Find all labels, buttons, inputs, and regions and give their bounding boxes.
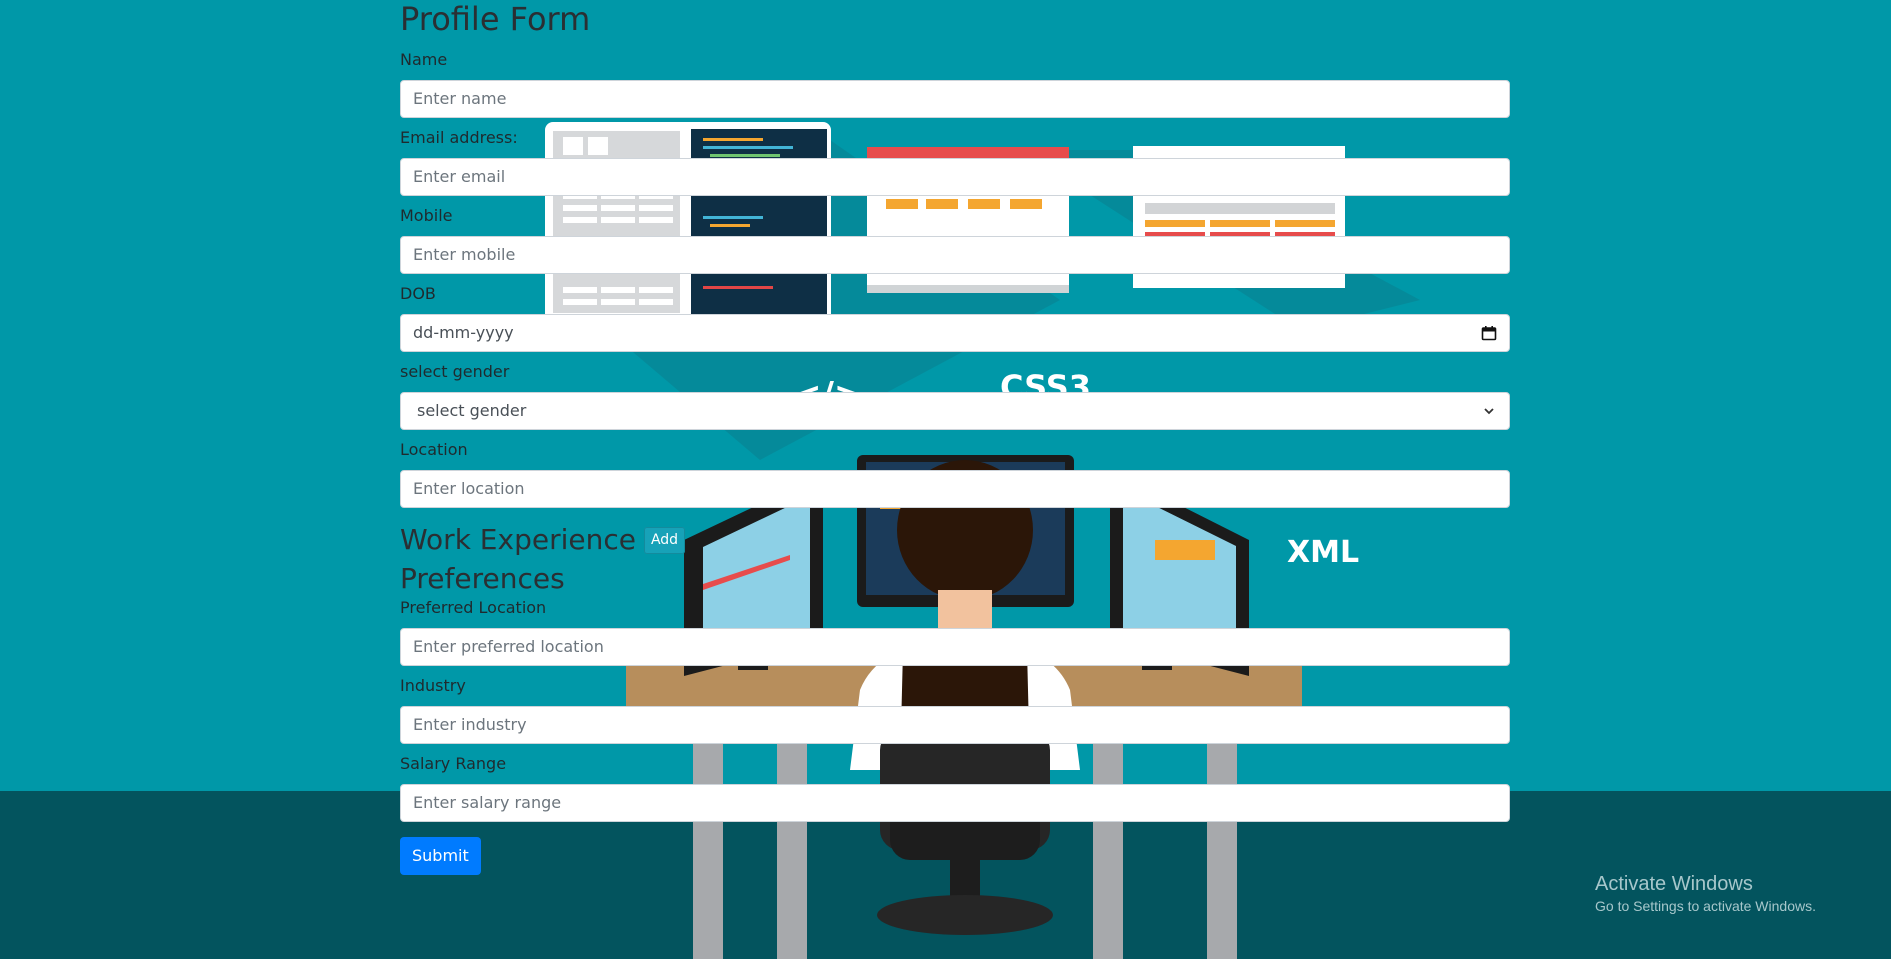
- salary-range-field-group: Salary Range Enter salary range: [400, 752, 1510, 822]
- watermark-subtitle: Go to Settings to activate Windows.: [1595, 898, 1816, 914]
- calendar-icon[interactable]: [1481, 325, 1497, 341]
- dob-placeholder: dd-mm-yyyy: [413, 323, 514, 342]
- location-field-group: Location Enter location: [400, 438, 1510, 508]
- salary-range-input[interactable]: Enter salary range: [400, 784, 1510, 822]
- location-input[interactable]: Enter location: [400, 470, 1510, 508]
- add-work-experience-button[interactable]: Add: [643, 526, 686, 554]
- email-input[interactable]: Enter email: [400, 158, 1510, 196]
- gender-label: select gender: [400, 362, 510, 381]
- preferences-title: Preferences: [400, 562, 565, 595]
- preferred-location-input[interactable]: Enter preferred location: [400, 628, 1510, 666]
- location-label: Location: [400, 440, 468, 459]
- mobile-field-group: Mobile Enter mobile: [400, 204, 1510, 274]
- industry-input[interactable]: Enter industry: [400, 706, 1510, 744]
- dob-label: DOB: [400, 284, 436, 303]
- watermark-title: Activate Windows: [1595, 873, 1753, 895]
- industry-label: Industry: [400, 676, 466, 695]
- preferred-location-label: Preferred Location: [400, 598, 547, 617]
- chevron-down-icon: [1484, 408, 1494, 415]
- profile-form: Profile Form Name Enter name Email addre…: [400, 0, 1510, 875]
- email-label: Email address:: [400, 128, 518, 147]
- industry-field-group: Industry Enter industry: [400, 674, 1510, 744]
- mobile-input[interactable]: Enter mobile: [400, 236, 1510, 274]
- name-field-group: Name Enter name: [400, 48, 1510, 118]
- dob-date-input[interactable]: dd-mm-yyyy: [400, 314, 1510, 352]
- work-experience-section: Work Experience Add: [400, 518, 1510, 562]
- gender-field-group: select gender select gender: [400, 360, 1510, 430]
- submit-button[interactable]: Submit: [400, 837, 481, 875]
- preferred-location-field-group: Preferred Location Enter preferred locat…: [400, 596, 1510, 666]
- windows-activation-watermark: Activate Windows Go to Settings to activ…: [1595, 872, 1816, 916]
- page-title: Profile Form: [400, 0, 591, 38]
- dob-field-group: DOB dd-mm-yyyy: [400, 282, 1510, 352]
- name-input[interactable]: Enter name: [400, 80, 1510, 118]
- email-field-group: Email address: Enter email: [400, 126, 1510, 196]
- gender-select[interactable]: select gender: [400, 392, 1510, 430]
- work-experience-title: Work Experience: [400, 523, 636, 556]
- mobile-label: Mobile: [400, 206, 453, 225]
- gender-select-value: select gender: [417, 401, 527, 420]
- salary-range-label: Salary Range: [400, 754, 507, 773]
- name-label: Name: [400, 50, 448, 69]
